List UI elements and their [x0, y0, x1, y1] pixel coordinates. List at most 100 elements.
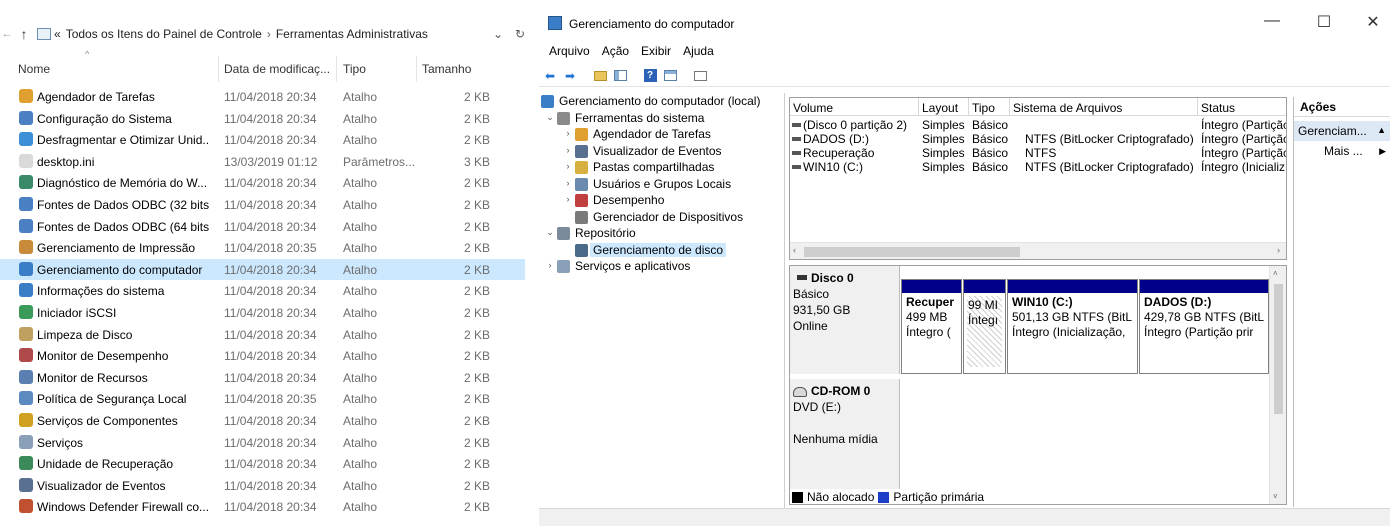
volume-row[interactable]: (Disco 0 partição 2) Simples Básico Íntegro… [790, 118, 1286, 132]
column-size[interactable]: Tamanho [422, 62, 471, 76]
column-divider[interactable] [416, 56, 417, 82]
partition-recovery[interactable]: Recuper 499 MB Íntegro ( [901, 279, 962, 374]
vertical-scrollbar[interactable]: ˄ ˅ [1269, 266, 1286, 504]
more-actions[interactable]: Mais ... ▶ [1294, 141, 1390, 161]
help-icon[interactable]: ? [642, 68, 658, 84]
file-row[interactable]: Informações do sistema 11/04/2018 20:34 At… [0, 280, 525, 302]
refresh-icon[interactable]: ↻ [515, 27, 525, 41]
column-divider[interactable] [1197, 98, 1198, 116]
tree-node[interactable]: ⌄ Ferramentas do sistema [539, 110, 784, 127]
volume-row[interactable]: Recuperação Simples Básico NTFS Íntegro (Par… [790, 146, 1286, 160]
console-view-icon[interactable] [692, 68, 708, 84]
file-row[interactable]: Gerenciamento do computador 11/04/2018 20… [0, 258, 525, 281]
column-divider[interactable] [918, 98, 919, 116]
menu-acao[interactable]: Ação [602, 44, 629, 64]
tree-node[interactable]: › Serviços e aplicativos [539, 258, 784, 275]
file-row[interactable]: Serviços de Componentes 11/04/2018 20:34 A… [0, 410, 525, 432]
column-name[interactable]: Nome [18, 62, 50, 76]
minimize-button[interactable]: — [1252, 12, 1292, 30]
menu-exibir[interactable]: Exibir [641, 44, 671, 64]
show-hide-tree-icon[interactable] [612, 68, 628, 84]
column-tipo[interactable]: Tipo [972, 101, 995, 115]
forward-icon[interactable]: ➡ [562, 68, 578, 84]
scroll-right-icon[interactable]: › [1277, 245, 1280, 255]
cdrom-label[interactable]: CD-ROM 0 DVD (E:) Nenhuma mídia [790, 379, 900, 489]
column-date[interactable]: Data de modificaç... [224, 62, 330, 76]
tree-node[interactable]: › Agendador de Tarefas [539, 126, 784, 143]
tree-node[interactable]: Gerenciamento do computador (local) [539, 93, 784, 110]
actions-group[interactable]: Gerenciam... ▲ [1294, 121, 1390, 141]
address-dropdown-icon[interactable]: ⌄ [493, 27, 503, 41]
file-row[interactable]: Agendador de Tarefas 11/04/2018 20:34 Atal… [0, 86, 525, 108]
column-filesystem[interactable]: Sistema de Arquivos [1013, 101, 1122, 115]
column-divider[interactable] [336, 56, 337, 82]
storage-icon [557, 227, 570, 240]
expand-icon[interactable]: › [563, 145, 573, 155]
column-divider[interactable] [1009, 98, 1010, 116]
scroll-thumb[interactable] [804, 247, 1020, 257]
file-row[interactable]: Windows Defender Firewall co... 11/04/201… [0, 496, 525, 518]
file-row[interactable]: Unidade de Recuperação 11/04/2018 20:34 At… [0, 453, 525, 475]
file-row[interactable]: Configuração do Sistema 11/04/2018 20:34 A… [0, 108, 525, 130]
breadcrumb-admin-tools[interactable]: Ferramentas Administrativas [276, 27, 428, 41]
file-row[interactable]: Limpeza de Disco 11/04/2018 20:34 Atalho 2 … [0, 324, 525, 346]
file-row[interactable]: Política de Segurança Local 11/04/2018 20… [0, 388, 525, 410]
file-row[interactable]: Fontes de Dados ODBC (32 bits) 11/04/2018… [0, 194, 525, 216]
menu-ajuda[interactable]: Ajuda [683, 44, 714, 64]
column-volume[interactable]: Volume [793, 101, 833, 115]
scroll-left-icon[interactable]: ‹ [793, 245, 796, 255]
column-divider[interactable] [218, 56, 219, 82]
expand-icon[interactable]: › [563, 161, 573, 171]
column-divider[interactable] [968, 98, 969, 116]
file-row[interactable]: Fontes de Dados ODBC (64 bits) 11/04/2018… [0, 216, 525, 238]
column-type[interactable]: Tipo [343, 62, 366, 76]
tree-node[interactable]: › Desempenho [539, 192, 784, 209]
file-row[interactable]: Gerenciamento de Impressão 11/04/2018 20:… [0, 237, 525, 259]
column-layout[interactable]: Layout [922, 101, 958, 115]
file-row[interactable]: Serviços 11/04/2018 20:34 Atalho 2 KB [0, 432, 525, 454]
breadcrumb-overflow[interactable]: « [54, 27, 61, 41]
partition-dados[interactable]: DADOS (D:) 429,78 GB NTFS (BitL Íntegro … [1139, 279, 1269, 374]
back-icon[interactable]: ⬅ [542, 68, 558, 84]
tree-node[interactable]: Gerenciamento de disco [539, 242, 784, 259]
column-status[interactable]: Status [1201, 101, 1235, 115]
up-folder-icon[interactable] [592, 68, 608, 84]
collapse-icon[interactable]: ▲ [1377, 125, 1386, 135]
file-row[interactable]: Monitor de Recursos 11/04/2018 20:34 Atalh… [0, 367, 525, 389]
file-row[interactable]: Diagnóstico de Memória do W... 11/04/2018… [0, 172, 525, 194]
expand-icon[interactable]: › [545, 260, 555, 270]
close-button[interactable]: ✕ [1353, 12, 1390, 32]
file-row[interactable]: Monitor de Desempenho 11/04/2018 20:34 Ata… [0, 345, 525, 367]
tree-node[interactable]: › Usuários e Grupos Locais [539, 176, 784, 193]
partition-efi[interactable]: 99 MI Íntegı [963, 279, 1006, 374]
back-button[interactable]: ← [0, 28, 14, 40]
file-row[interactable]: desktop.ini 13/03/2019 01:12 Parâmetros...… [0, 151, 525, 173]
expand-icon[interactable]: › [563, 194, 573, 204]
volume-row[interactable]: DADOS (D:) Simples Básico NTFS (BitLocker C… [790, 132, 1286, 146]
breadcrumb-control-panel[interactable]: Todos os Itens do Painel de Controle [66, 27, 262, 41]
maximize-button[interactable]: ☐ [1304, 12, 1344, 32]
disk0-label[interactable]: Disco 0 Básico 931,50 GB Online [790, 266, 900, 374]
file-row[interactable]: Visualizador de Eventos 11/04/2018 20:34 A… [0, 475, 525, 497]
breadcrumb[interactable]: « Todos os Itens do Painel de Controle ›… [54, 27, 493, 41]
expand-icon[interactable]: ⌄ [545, 112, 555, 123]
expand-icon[interactable]: ⌄ [545, 227, 555, 238]
tree-node[interactable]: › Pastas compartilhadas [539, 159, 784, 176]
tree-node[interactable]: ⌄ Repositório [539, 225, 784, 242]
expand-icon[interactable]: › [563, 128, 573, 138]
expand-icon[interactable]: › [563, 178, 573, 188]
title-bar[interactable]: Gerenciamento do computador — ☐ ✕ [539, 0, 1390, 43]
menu-arquivo[interactable]: Arquivo [549, 44, 590, 64]
scroll-up-icon[interactable]: ˄ [1273, 269, 1278, 278]
horizontal-scrollbar[interactable]: ‹ › [790, 242, 1286, 259]
file-row[interactable]: Desfragmentar e Otimizar Unid... 11/04/20… [0, 129, 525, 151]
file-row[interactable]: Iniciador iSCSI 11/04/2018 20:34 Atalho 2 K… [0, 302, 525, 324]
up-button[interactable]: ↑ [14, 26, 34, 42]
scroll-down-icon[interactable]: ˅ [1273, 492, 1278, 501]
tree-node[interactable]: › Visualizador de Eventos [539, 143, 784, 160]
volume-row[interactable]: WIN10 (C:) Simples Básico NTFS (BitLocker C… [790, 160, 1286, 174]
properties-icon[interactable] [662, 68, 678, 84]
tree-node[interactable]: Gerenciador de Dispositivos [539, 209, 784, 226]
scroll-thumb[interactable] [1274, 284, 1283, 414]
partition-win10[interactable]: WIN10 (C:) 501,13 GB NTFS (BitL Íntegro … [1007, 279, 1138, 374]
